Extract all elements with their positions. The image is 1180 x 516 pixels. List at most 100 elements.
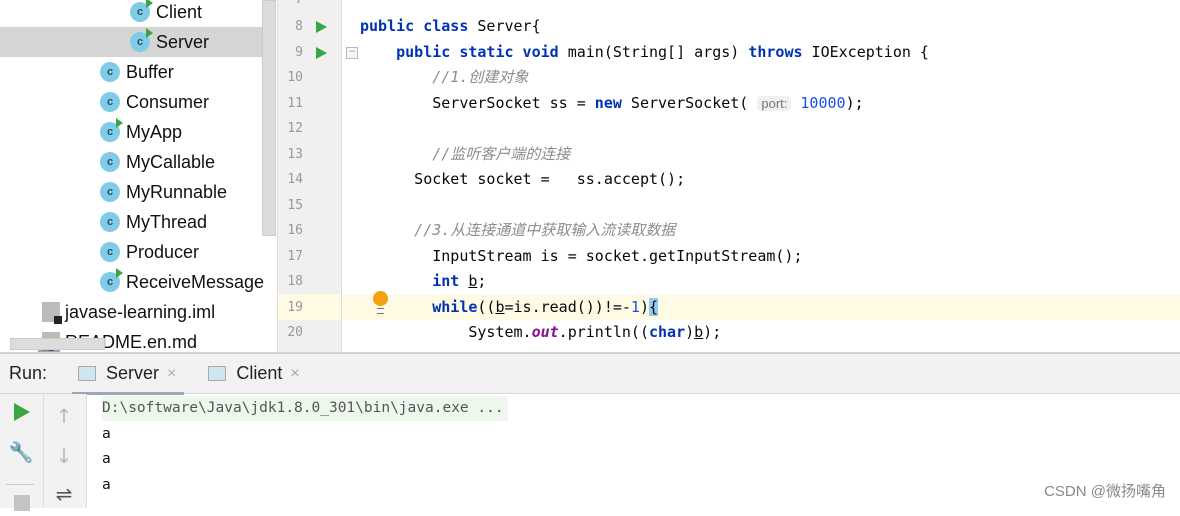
code-token: Server{ xyxy=(477,17,541,35)
code-token: (( xyxy=(477,297,496,316)
arrow-down-icon[interactable]: ↓ xyxy=(44,444,84,468)
tree-item-producer[interactable]: c Producer xyxy=(0,237,262,267)
code-token: new xyxy=(594,93,631,112)
tree-item-receivemessage[interactable]: c ReceiveMessage xyxy=(0,267,265,297)
java-class-icon: c xyxy=(100,62,120,82)
tree-item-label: MyRunnable xyxy=(126,181,228,202)
tree-item-consumer[interactable]: c Consumer xyxy=(0,87,262,117)
code-token: int xyxy=(432,272,469,290)
code-token: ) xyxy=(685,323,695,341)
line-number: 13 xyxy=(287,146,303,162)
code-token: 1 xyxy=(630,297,640,316)
run-gutter-icon[interactable] xyxy=(316,46,327,59)
code-token: ); xyxy=(703,323,722,341)
stop-icon[interactable] xyxy=(2,492,42,516)
code-token: ); xyxy=(845,93,864,112)
tree-item-label: MyApp xyxy=(126,121,183,142)
tree-item-label: Client xyxy=(156,1,203,22)
line-number: 15 xyxy=(287,197,303,213)
code-token: //监听客户端的连接 xyxy=(432,144,571,163)
console-icon xyxy=(78,366,96,381)
wrench-icon[interactable]: 🔧 xyxy=(1,440,41,464)
tab-client[interactable]: Client × xyxy=(202,354,307,394)
close-icon[interactable]: × xyxy=(167,365,176,383)
code-token: main(String[] args) xyxy=(567,42,749,61)
code-token: char xyxy=(648,323,686,341)
run-toolbar: 🔧 xyxy=(0,394,44,511)
tree-item-myapp[interactable]: c MyApp xyxy=(0,117,262,147)
parameter-hint: port: xyxy=(757,95,792,111)
tree-item-mythread[interactable]: c MyThread xyxy=(0,207,262,237)
iml-file-icon xyxy=(42,302,62,324)
code-token: { xyxy=(648,297,659,316)
code-line: //1.创建对象 xyxy=(342,65,1180,91)
tree-item-javase-learning-iml[interactable]: javase-learning.iml xyxy=(0,297,262,327)
console-output[interactable]: D:\software\Java\jdk1.8.0_301\bin\java.e… xyxy=(87,394,1180,508)
code-line: InputStream is = socket.getInputStream()… xyxy=(342,244,1180,270)
java-class-runnable-icon: c xyxy=(100,118,123,142)
code-token: public static void xyxy=(396,42,568,61)
console-command-line: D:\software\Java\jdk1.8.0_301\bin\java.e… xyxy=(102,396,508,421)
tree-item-label: ReceiveMessage xyxy=(126,271,265,292)
code-line: while((b=is.read())!=-1){ xyxy=(342,294,1180,320)
tree-item-myrunnable[interactable]: c MyRunnable xyxy=(0,177,262,207)
run-gutter-icon[interactable] xyxy=(316,21,327,33)
console-output-line: a xyxy=(102,451,111,467)
code-token: b xyxy=(694,323,704,341)
code-token: while xyxy=(432,297,478,316)
tab-label: Client xyxy=(236,363,283,383)
watermark: CSDN @微扬嘴角 xyxy=(1044,483,1166,500)
run-label: Run: xyxy=(9,363,48,383)
line-number: 14 xyxy=(287,172,303,187)
java-class-runnable-icon: c xyxy=(130,28,153,52)
arrow-up-icon[interactable]: ↑ xyxy=(44,404,84,428)
lightbulb-icon[interactable] xyxy=(373,291,388,314)
tree-item-mycallable[interactable]: c MyCallable xyxy=(0,147,262,177)
code-token: //3.从连接通道中获取输入流读取数据 xyxy=(414,221,676,239)
line-number: 12 xyxy=(287,121,303,136)
tab-server[interactable]: Server × xyxy=(72,354,185,395)
code-line: Socket socket = ss.accept(); xyxy=(342,167,1180,193)
run-badge-icon xyxy=(146,28,153,38)
close-icon[interactable]: × xyxy=(290,365,299,383)
line-number: 9 xyxy=(295,44,303,60)
code-token: IOException { xyxy=(811,42,929,61)
console-toolbar: ↑ ↓ ⇌ xyxy=(44,394,87,508)
line-number: 17 xyxy=(287,248,303,264)
tree-item-label: Buffer xyxy=(126,61,174,82)
soft-wrap-icon[interactable]: ⇌ xyxy=(44,482,84,506)
file-badge xyxy=(54,316,62,324)
line-number: 16 xyxy=(287,223,303,238)
line-number: 19 xyxy=(287,299,303,315)
java-class-icon: c xyxy=(100,242,120,262)
project-tree-horizontal-scrollbar[interactable] xyxy=(10,338,105,350)
tree-item-label: Server xyxy=(156,31,210,52)
code-line: public static void main(String[] args) t… xyxy=(342,40,1180,66)
tree-item-client[interactable]: c Client xyxy=(0,0,262,27)
tree-item-label: Producer xyxy=(126,241,200,262)
play-icon[interactable] xyxy=(2,402,42,426)
tree-item-label: MyCallable xyxy=(126,151,216,172)
code-token: public class xyxy=(360,17,478,35)
tree-item-server[interactable]: c Server xyxy=(0,27,276,57)
tab-label: Server xyxy=(106,363,160,383)
code-token: out xyxy=(531,323,559,341)
code-token: ) xyxy=(639,297,649,316)
java-class-icon: c xyxy=(100,92,120,112)
tree-item-buffer[interactable]: c Buffer xyxy=(0,57,262,87)
project-tree-scrollbar[interactable] xyxy=(262,0,276,236)
code-token: ; xyxy=(477,272,487,290)
tree-item-label: MyThread xyxy=(126,211,208,232)
console-icon xyxy=(208,366,227,381)
divider xyxy=(6,484,34,485)
code-line: //监听客户端的连接 xyxy=(342,142,1180,168)
code-token: 10000 xyxy=(800,93,846,112)
code-token: ServerSocket ss = xyxy=(432,93,595,112)
code-line: //3.从连接通道中获取输入流读取数据 xyxy=(342,218,1180,244)
code-editor[interactable]: public class Server{ public static void m… xyxy=(342,0,1180,352)
code-token: ServerSocket( xyxy=(630,93,758,112)
java-class-icon: c xyxy=(100,212,120,232)
code-token: //1.创建对象 xyxy=(432,68,529,86)
